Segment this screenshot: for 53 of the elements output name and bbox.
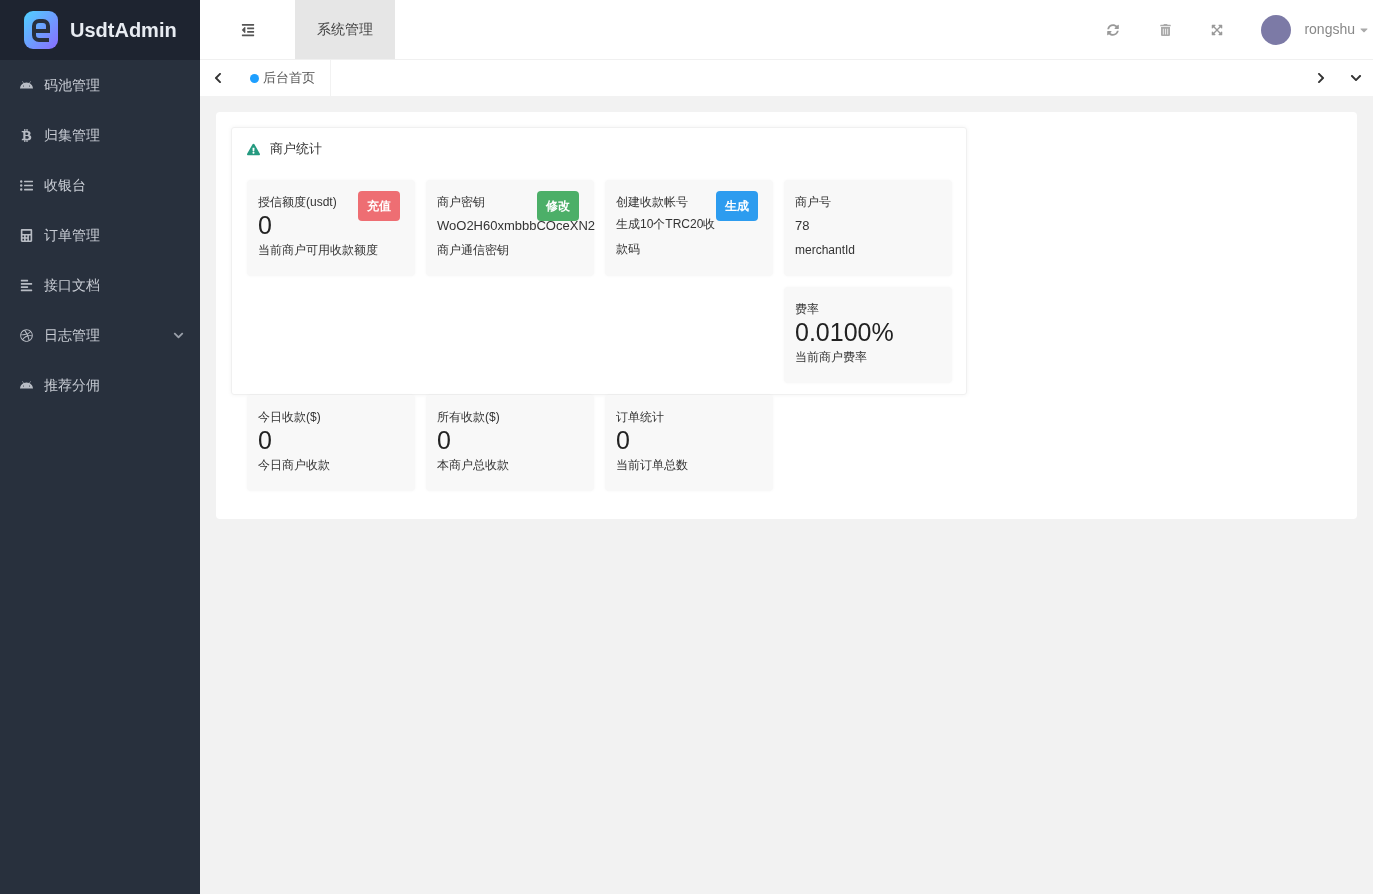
stat-value: 0.0100% — [795, 317, 895, 347]
sidebar-item[interactable]: 接口文档 — [0, 260, 200, 310]
list-icon — [20, 178, 33, 192]
card-description: 当前商户可用收款额度 — [258, 242, 379, 258]
sidebar-item[interactable]: 收银台 — [0, 160, 200, 210]
sidebar-label: 订单管理 — [44, 225, 100, 245]
top-tab[interactable]: 系统管理 — [295, 0, 395, 59]
panel-title: 商户统计 — [270, 140, 322, 159]
card-title: 商户密钥 — [437, 194, 485, 210]
stat-value: 0 — [437, 425, 452, 455]
sidebar-item[interactable]: 归集管理 — [0, 110, 200, 160]
brand-name: UsdtAdmin — [70, 18, 177, 43]
refresh-icon — [1107, 23, 1120, 36]
menu-icon — [240, 22, 255, 37]
chevron-down-icon — [1349, 72, 1362, 84]
sidebar-item[interactable]: 码池管理 — [0, 60, 200, 110]
logo-icon — [24, 11, 58, 49]
page-tab[interactable]: 后台首页 — [235, 60, 331, 96]
sidebar-label: 推荐分佣 — [44, 375, 100, 395]
card-title: 今日收款($) — [258, 409, 321, 425]
sidebar-item[interactable]: 日志管理 — [0, 310, 200, 360]
card-description: 本商户总收款 — [437, 457, 510, 473]
trash-icon — [1159, 23, 1171, 36]
card-title: 授信额度(usdt) — [258, 194, 337, 210]
card-description: 当前订单总数 — [616, 457, 689, 473]
user-name[interactable]: rongshu — [1304, 19, 1355, 40]
avatar[interactable] — [1261, 14, 1292, 45]
stat-value: 0 — [258, 425, 273, 455]
card-title: 费率 — [795, 301, 819, 317]
card-description: 当前商户费率 — [795, 349, 868, 365]
sidebar-label: 归集管理 — [44, 125, 100, 145]
card-description: 今日商户收款 — [258, 457, 331, 473]
warning-icon — [247, 142, 260, 156]
sidebar-label: 码池管理 — [44, 75, 100, 95]
sidebar-label: 日志管理 — [44, 325, 100, 345]
bitcoin-icon — [20, 128, 33, 142]
sidebar-item[interactable]: 推荐分佣 — [0, 360, 200, 410]
sidebar-label: 收银台 — [44, 175, 86, 195]
card-title: 商户号 — [795, 194, 831, 210]
stat-value: 0 — [258, 210, 273, 240]
card-title: 创建收款帐号 — [616, 194, 688, 210]
sidebar-label: 接口文档 — [44, 275, 100, 295]
sidebar-item[interactable]: 订单管理 — [0, 210, 200, 260]
card-title: 所有收款($) — [437, 409, 500, 425]
stat-value: 0 — [616, 425, 631, 455]
card-description: 生成10个TRC20收款码 — [616, 216, 717, 258]
calculator-icon — [20, 228, 33, 242]
info-value: 78 — [795, 217, 810, 235]
card-description: 商户通信密钥 — [437, 242, 510, 258]
card-description: merchantId — [795, 242, 857, 258]
fullscreen-icon — [1211, 23, 1224, 36]
align-left-icon — [20, 278, 33, 292]
card-title: 订单统计 — [616, 409, 664, 425]
